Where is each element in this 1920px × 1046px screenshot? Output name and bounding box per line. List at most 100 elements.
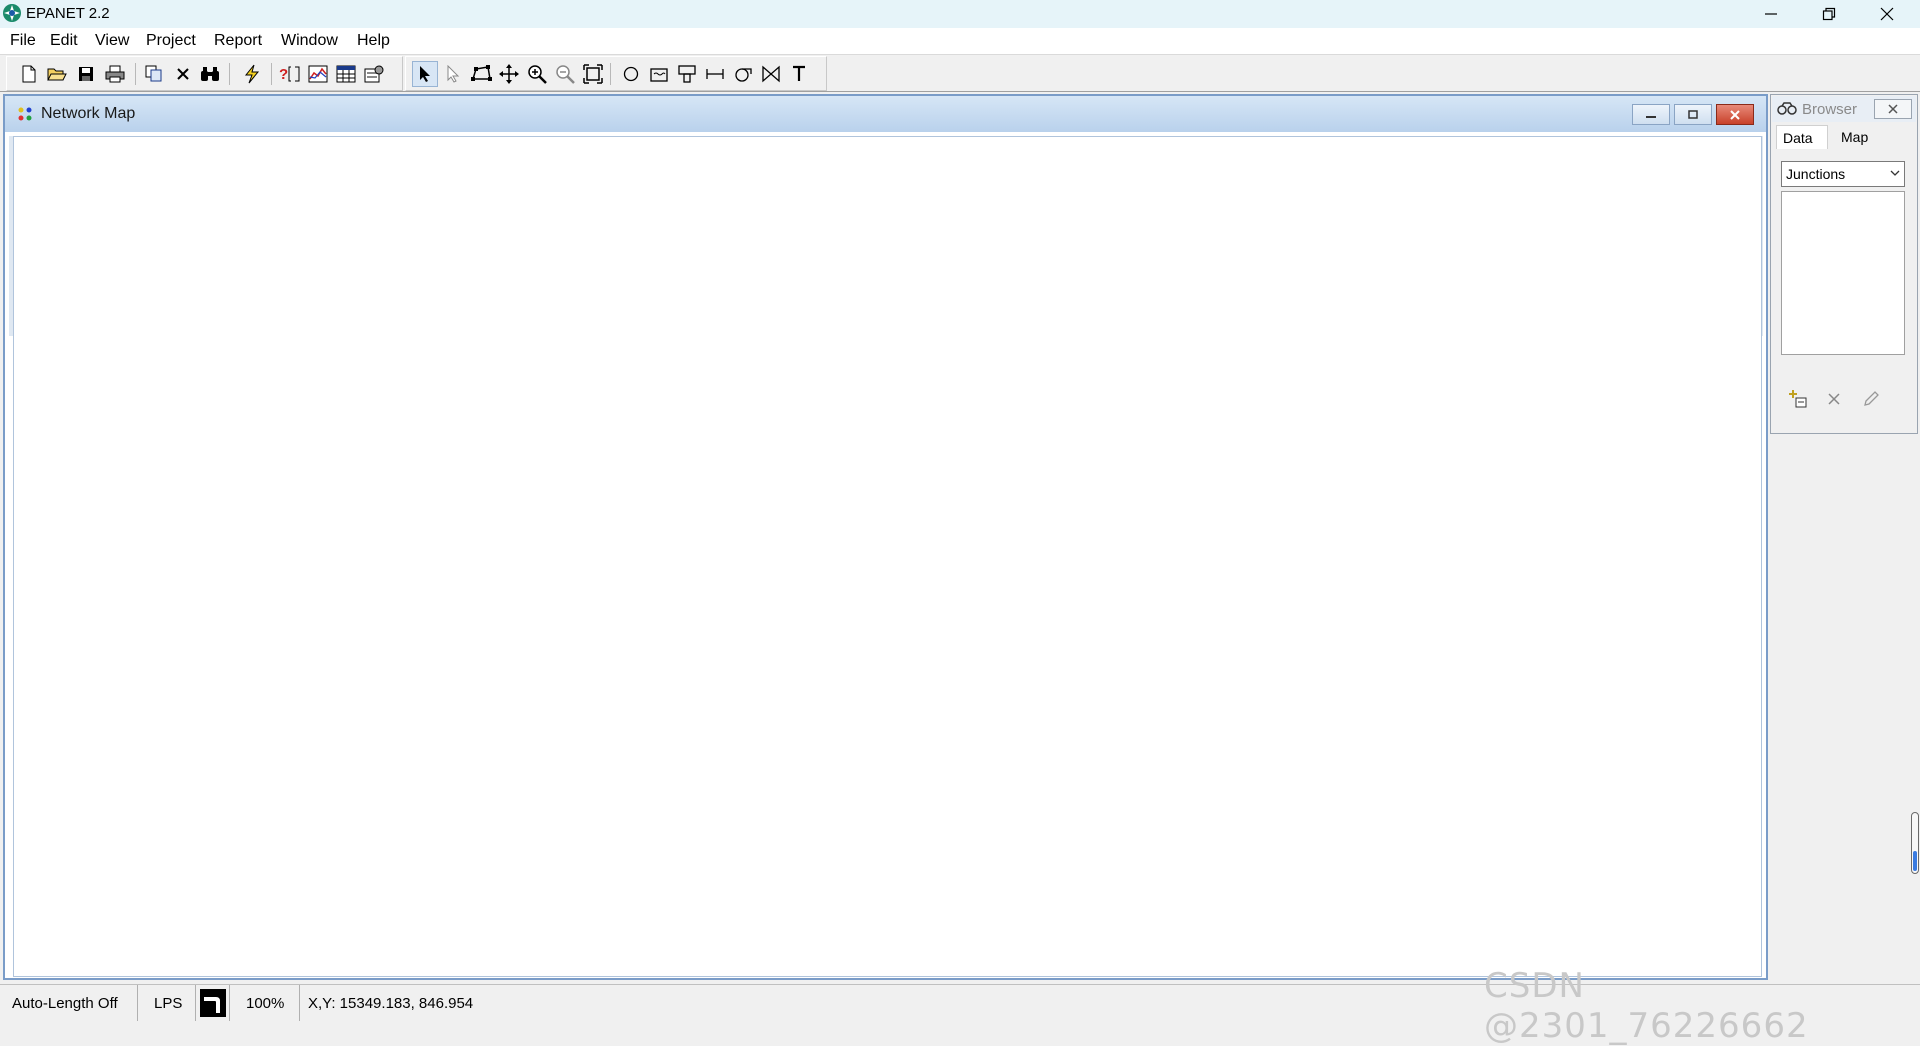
side-scroll-indicator[interactable] (1911, 812, 1919, 874)
side-scroll-thumb[interactable] (1913, 851, 1917, 871)
zoom-in-button[interactable] (524, 61, 550, 87)
copy-button[interactable] (141, 61, 167, 87)
add-object-button[interactable] (1787, 387, 1811, 411)
menu-view[interactable]: View (95, 32, 129, 50)
table-button[interactable] (333, 61, 359, 87)
menu-help[interactable]: Help (357, 32, 390, 50)
title-bar: EPANET 2.2 (0, 0, 1920, 28)
window-title: EPANET 2.2 (26, 5, 110, 22)
new-file-icon (22, 65, 36, 83)
print-button[interactable] (102, 61, 128, 87)
zoom-level-text: 100% (246, 994, 285, 1012)
coordinates-status: X,Y: 15349.183, 846.954 (300, 985, 560, 1021)
add-label-button[interactable] (786, 61, 812, 87)
add-pipe-button[interactable] (702, 61, 728, 87)
map-toolbar (405, 56, 827, 91)
run-status-indicator (196, 985, 230, 1021)
options-button[interactable] (361, 61, 387, 87)
map-minimize-button[interactable] (1632, 104, 1670, 125)
menu-file[interactable]: File (10, 32, 36, 50)
close-icon (1880, 7, 1894, 21)
select-vertex-icon (447, 65, 460, 83)
network-map-icon (18, 107, 32, 121)
tab-map-label: Map (1841, 129, 1869, 145)
add-reservoir-button[interactable] (646, 61, 672, 87)
add-valve-button[interactable] (758, 61, 784, 87)
add-pump-icon (735, 68, 752, 82)
run-icon (244, 64, 260, 84)
network-map-title: Network Map (41, 105, 136, 122)
close-icon (1730, 109, 1740, 120)
network-map-canvas[interactable] (13, 136, 1762, 977)
restore-icon (1688, 109, 1698, 119)
map-restore-button[interactable] (1674, 104, 1712, 125)
run-button[interactable] (239, 61, 265, 87)
browser-box: Browser Data Map Junctions (1770, 94, 1918, 434)
browser-panel: Browser Data Map Junctions (1770, 94, 1918, 980)
save-icon (79, 67, 93, 81)
run-status-icon (200, 989, 226, 1017)
new-button[interactable] (16, 61, 42, 87)
toolbar-separator (610, 63, 611, 85)
object-category-select[interactable]: Junctions (1781, 161, 1905, 187)
minimize-icon (1765, 13, 1777, 15)
delete-icon (1828, 393, 1840, 405)
graph-button[interactable] (305, 61, 331, 87)
menu-report[interactable]: Report (214, 32, 262, 50)
auto-length-status[interactable]: Auto-Length Off (0, 985, 138, 1021)
menu-project[interactable]: Project (146, 32, 196, 50)
pan-button[interactable] (496, 61, 522, 87)
add-junction-button[interactable] (618, 61, 644, 87)
zoom-out-button[interactable] (552, 61, 578, 87)
add-label-icon (793, 65, 805, 81)
full-extent-button[interactable] (580, 61, 606, 87)
toolbar-separator (229, 63, 230, 85)
chevron-down-icon (1890, 170, 1900, 176)
edit-object-button[interactable] (1859, 387, 1883, 411)
query-button[interactable]: ? (277, 61, 303, 87)
tab-map[interactable]: Map (1835, 125, 1885, 149)
restore-icon (1822, 7, 1836, 21)
tab-data-label: Data (1783, 130, 1813, 146)
open-folder-icon (47, 68, 67, 81)
browser-close-button[interactable] (1874, 99, 1912, 119)
delete-icon (177, 68, 189, 80)
close-icon (1888, 104, 1898, 114)
network-map-titlebar[interactable]: Network Map (5, 96, 1766, 132)
toolbar-separator (135, 63, 136, 85)
standard-toolbar: ? (6, 56, 403, 91)
map-close-button[interactable] (1716, 104, 1754, 125)
toolbar-separator (271, 63, 272, 85)
select-object-button[interactable] (412, 61, 438, 87)
add-pump-button[interactable] (730, 61, 756, 87)
add-object-icon (1789, 390, 1807, 408)
close-button[interactable] (1858, 0, 1916, 28)
svg-text:?: ? (279, 66, 288, 83)
toolbar: ? (0, 55, 1920, 92)
select-region-button[interactable] (468, 61, 494, 87)
find-icon (201, 67, 219, 81)
minimize-icon (1646, 115, 1656, 118)
open-button[interactable] (44, 61, 70, 87)
minimize-button[interactable] (1742, 0, 1800, 28)
tab-data[interactable]: Data (1776, 125, 1828, 149)
epanet-logo-icon (3, 4, 21, 22)
add-tank-icon (678, 65, 696, 83)
print-icon (105, 65, 125, 83)
watermark-text: CSDN @2301_76226662 (1484, 966, 1809, 1046)
object-list[interactable] (1781, 191, 1905, 355)
add-valve-icon (762, 65, 780, 83)
restore-button[interactable] (1800, 0, 1858, 28)
find-button[interactable] (197, 61, 223, 87)
add-junction-icon (623, 66, 639, 82)
select-object-icon (420, 66, 430, 82)
menu-window[interactable]: Window (281, 32, 338, 50)
delete-object-button[interactable] (1822, 387, 1846, 411)
pan-icon (499, 64, 519, 84)
menu-edit[interactable]: Edit (50, 32, 78, 50)
select-vertex-button[interactable] (440, 61, 466, 87)
save-button[interactable] (73, 61, 99, 87)
copy-icon (145, 65, 162, 82)
add-tank-button[interactable] (674, 61, 700, 87)
delete-button[interactable] (170, 61, 196, 87)
